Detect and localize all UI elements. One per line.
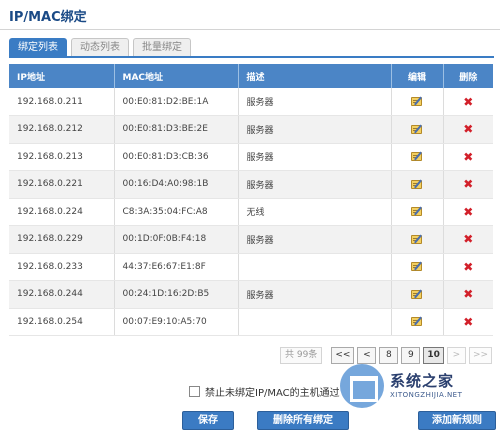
table-row: 192.168.0.233 44:37:E6:67:E1:8F ✖ [9,253,493,281]
edit-cell [391,198,444,226]
column-header-ip: IP地址 [9,64,115,88]
table-row: 192.168.0.213 00:E0:81:D3:CB:36 服务器 ✖ [9,143,493,171]
edit-icon[interactable] [410,206,424,217]
description-cell [238,253,392,281]
tab-underline [9,56,494,58]
mac-cell: 00:07:E9:10:A5:70 [114,308,239,336]
description-cell: 服务器 [238,88,392,116]
delete-cell: ✖ [443,143,493,171]
edit-icon[interactable] [410,261,424,272]
table-row: 192.168.0.224 C8:3A:35:04:FC:A8 无线 ✖ [9,198,493,226]
ip-cell: 192.168.0.211 [9,88,115,116]
description-cell: 无线 [238,198,392,226]
tab-binding-list[interactable]: 绑定列表 [9,38,67,56]
column-header-mac: MAC地址 [114,64,239,88]
mac-cell: 00:16:D4:A0:98:1B [114,170,239,199]
mac-cell: 00:E0:81:D3:BE:2E [114,115,239,144]
tab-bar: 绑定列表 动态列表 批量绑定 [9,38,191,56]
description-cell: 服务器 [238,225,392,254]
mac-cell: 00:E0:81:D3:CB:36 [114,143,239,171]
column-header-edit: 编辑 [391,64,444,88]
edit-cell [391,253,444,281]
delete-cell: ✖ [443,280,493,309]
ip-cell: 192.168.0.233 [9,253,115,281]
edit-icon[interactable] [410,179,424,190]
delete-cell: ✖ [443,253,493,281]
tab-dynamic-list[interactable]: 动态列表 [71,38,129,56]
edit-cell [391,143,444,171]
ip-cell: 192.168.0.229 [9,225,115,254]
edit-cell [391,225,444,254]
edit-icon[interactable] [410,289,424,300]
table-header-row: IP地址 MAC地址 描述 编辑 删除 [9,64,493,88]
edit-icon[interactable] [410,151,424,162]
watermark-url: XITONGZHIJIA.NET [390,391,463,399]
page-title: IP/MAC绑定 [9,10,87,25]
title-divider [0,29,500,30]
edit-cell [391,170,444,199]
edit-cell [391,115,444,144]
table-row: 192.168.0.212 00:E0:81:D3:BE:2E 服务器 ✖ [9,115,493,144]
mac-cell: 00:24:1D:16:2D:B5 [114,280,239,309]
edit-icon[interactable] [410,124,424,135]
total-count: 共 99条 [280,347,323,364]
block-unbound-label: 禁止未绑定IP/MAC的主机通过 [205,388,340,399]
delete-cell: ✖ [443,225,493,254]
watermark-house-icon [340,364,384,408]
delete-icon[interactable]: ✖ [463,288,473,300]
delete-icon[interactable]: ✖ [463,233,473,245]
edit-cell [391,280,444,309]
add-rule-button[interactable]: 添加新规则 [418,411,496,430]
tab-batch-binding[interactable]: 批量绑定 [133,38,191,56]
delete-icon[interactable]: ✖ [463,151,473,163]
save-button[interactable]: 保存 [182,411,234,430]
table-row: 192.168.0.244 00:24:1D:16:2D:B5 服务器 ✖ [9,280,493,309]
delete-icon[interactable]: ✖ [463,123,473,135]
mac-cell: 00:1D:0F:0B:F4:18 [114,225,239,254]
table-row: 192.168.0.254 00:07:E9:10:A5:70 ✖ [9,308,493,336]
edit-cell [391,308,444,336]
description-cell: 服务器 [238,280,392,309]
delete-cell: ✖ [443,88,493,116]
edit-icon[interactable] [410,316,424,327]
mac-cell: 44:37:E6:67:E1:8F [114,253,239,281]
delete-cell: ✖ [443,115,493,144]
description-cell: 服务器 [238,115,392,144]
table-row: 192.168.0.221 00:16:D4:A0:98:1B 服务器 ✖ [9,170,493,199]
mac-cell: C8:3A:35:04:FC:A8 [114,198,239,226]
description-cell [238,308,392,336]
delete-cell: ✖ [443,308,493,336]
block-unbound-checkbox[interactable] [189,386,200,397]
binding-table: IP地址 MAC地址 描述 编辑 删除 192.168.0.211 00:E0:8… [9,64,493,336]
ip-cell: 192.168.0.244 [9,280,115,309]
delete-icon[interactable]: ✖ [463,96,473,108]
table-row: 192.168.0.229 00:1D:0F:0B:F4:18 服务器 ✖ [9,225,493,254]
edit-icon[interactable] [410,96,424,107]
ip-cell: 192.168.0.224 [9,198,115,226]
delete-icon[interactable]: ✖ [463,178,473,190]
edit-cell [391,88,444,116]
description-cell: 服务器 [238,143,392,171]
ip-cell: 192.168.0.254 [9,308,115,336]
delete-icon[interactable]: ✖ [463,261,473,273]
mac-cell: 00:E0:81:D2:BE:1A [114,88,239,116]
delete-icon[interactable]: ✖ [463,206,473,218]
delete-icon[interactable]: ✖ [463,316,473,328]
table-row: 192.168.0.211 00:E0:81:D2:BE:1A 服务器 ✖ [9,88,493,116]
ip-cell: 192.168.0.221 [9,170,115,199]
delete-cell: ✖ [443,170,493,199]
delete-all-bindings-button[interactable]: 删除所有绑定 [257,411,349,430]
table-body: 192.168.0.211 00:E0:81:D2:BE:1A 服务器 ✖ 192.16… [9,88,493,336]
edit-icon[interactable] [410,234,424,245]
ip-cell: 192.168.0.212 [9,115,115,144]
ip-cell: 192.168.0.213 [9,143,115,171]
delete-cell: ✖ [443,198,493,226]
watermark-logo: 系统之家 XITONGZHIJIA.NET [340,362,500,412]
watermark-text: 系统之家 [390,372,455,390]
block-unbound-option: 禁止未绑定IP/MAC的主机通过 [189,384,340,399]
column-header-delete: 删除 [443,64,493,88]
column-header-description: 描述 [238,64,392,88]
description-cell: 服务器 [238,170,392,199]
